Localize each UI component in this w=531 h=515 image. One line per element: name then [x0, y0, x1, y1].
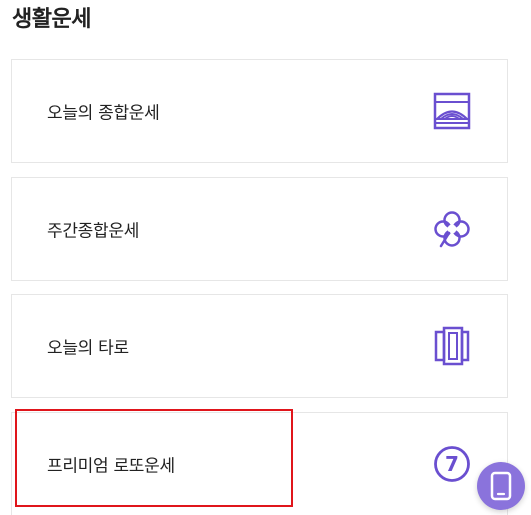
card-premium-lotto-fortune[interactable]: 프리미엄 로또운세 7	[11, 412, 508, 515]
life-fortune-page: 생활운세 오늘의 종합운세 주간종합운세 오늘의 타로 프리미엄 로또운세 7	[0, 0, 531, 515]
mobile-view-button[interactable]	[477, 462, 525, 510]
card-today-tarot[interactable]: 오늘의 타로	[11, 294, 508, 398]
card-weekly-fortune[interactable]: 주간종합운세	[11, 177, 508, 281]
card-today-fortune[interactable]: 오늘의 종합운세	[11, 59, 508, 163]
clover-icon	[432, 209, 472, 249]
card-label: 오늘의 타로	[47, 338, 129, 359]
lotto-ball-number: 7	[445, 452, 459, 476]
section-title: 생활운세	[12, 7, 91, 32]
tarot-cards-icon	[432, 326, 472, 366]
card-label: 주간종합운세	[47, 221, 140, 242]
sunrise-frame-icon	[432, 91, 472, 131]
card-label: 오늘의 종합운세	[47, 103, 160, 124]
lotto-ball-icon: 7	[432, 444, 472, 484]
smartphone-icon	[490, 471, 512, 501]
card-label: 프리미엄 로또운세	[47, 456, 175, 477]
